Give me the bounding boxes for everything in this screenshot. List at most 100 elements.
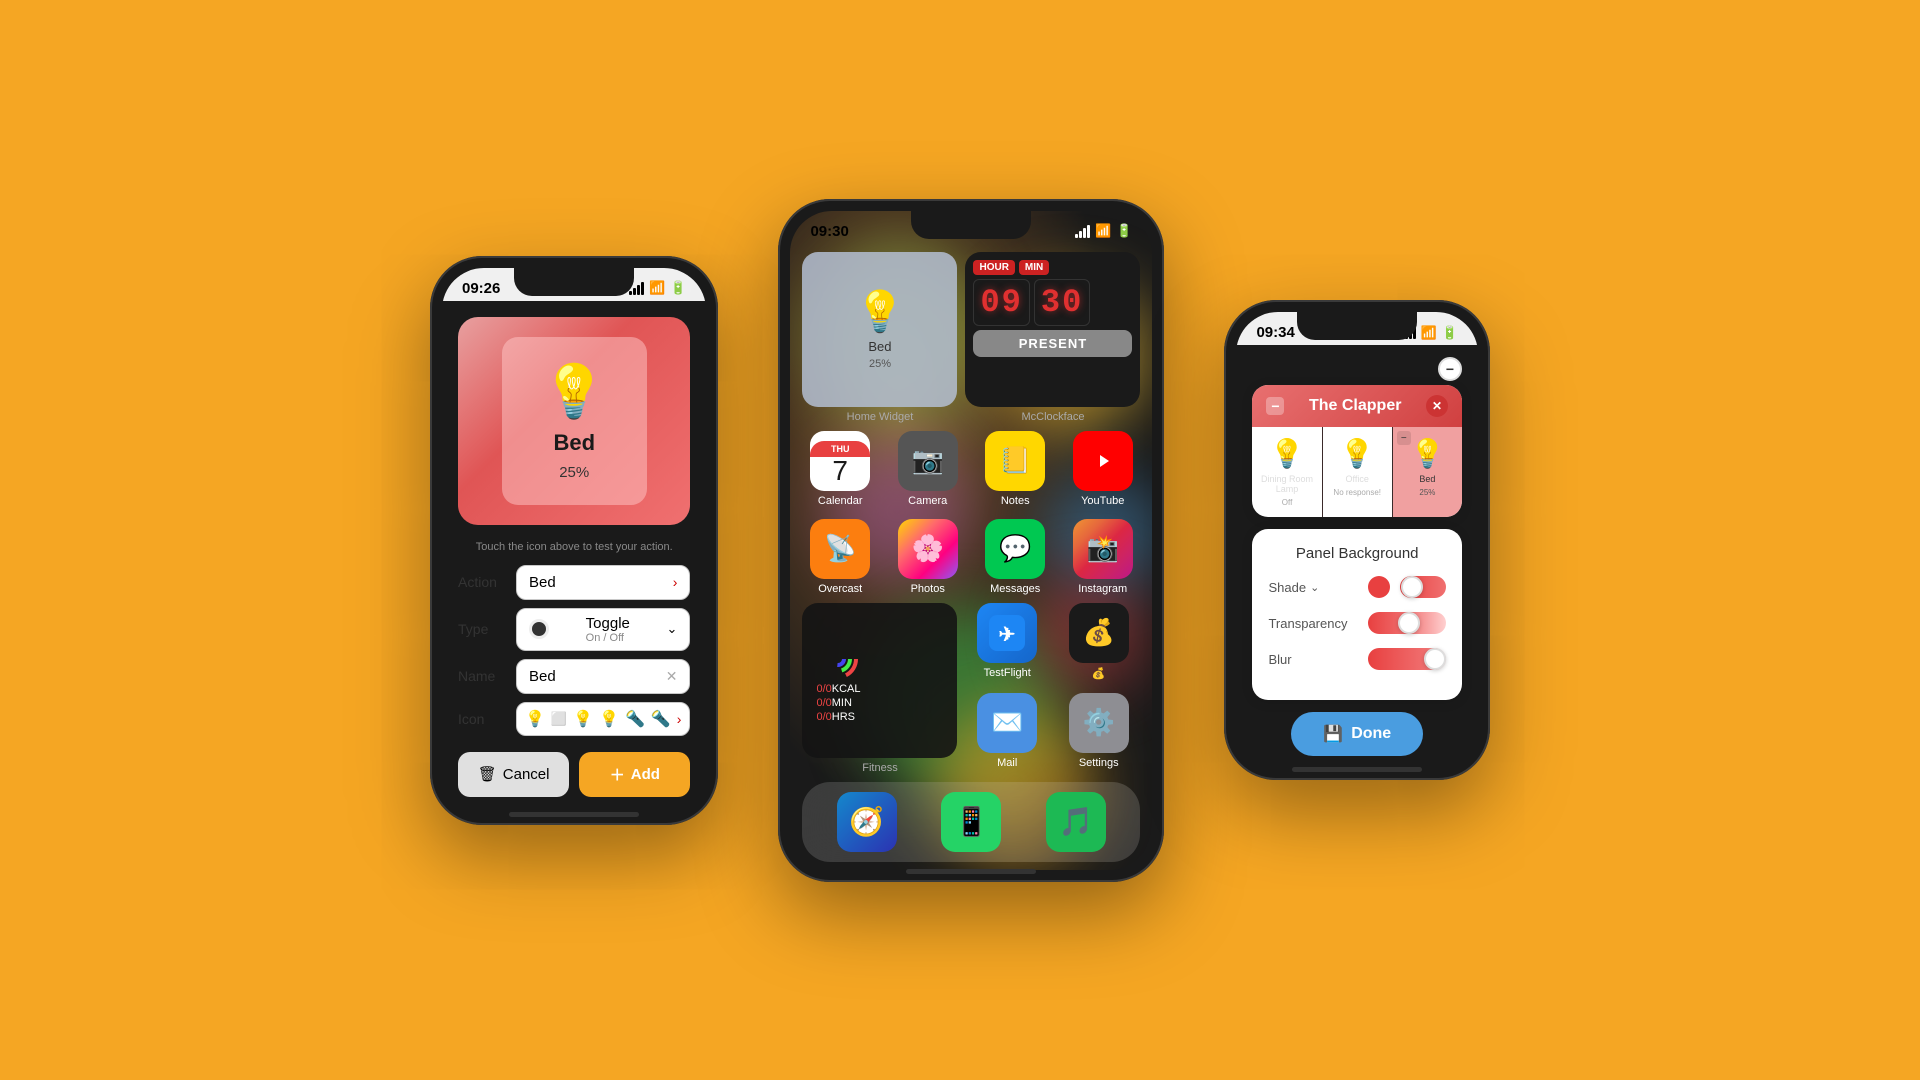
transparency-slider[interactable] <box>1368 612 1446 634</box>
photos-label: Photos <box>911 583 945 595</box>
phone-3: 09:34 📶 🔋 − − The Clap <box>1224 300 1490 780</box>
money-icon: 💰 <box>1069 603 1129 663</box>
camera-icon: 📷 <box>898 431 958 491</box>
bulb-icon-option[interactable]: 💡 <box>525 709 545 729</box>
home-widget[interactable]: 💡 Bed 25% <box>802 252 957 407</box>
icon-chevron-icon: › <box>677 711 682 727</box>
clock-widget-name: McClockface <box>1021 411 1084 423</box>
phone-2-time: 09:30 <box>810 223 848 240</box>
bed-minus-icon[interactable]: − <box>1397 431 1411 445</box>
notes-label: Notes <box>1001 495 1030 507</box>
pill-icon-option[interactable]: ⬜ <box>551 711 567 727</box>
hour-value: 09 <box>973 279 1029 326</box>
add-button[interactable]: ＋ Add <box>579 752 690 797</box>
office-minus-icon[interactable]: − <box>1327 431 1341 445</box>
overcast-label: Overcast <box>818 583 862 595</box>
light-office[interactable]: − 💡 Office No response! <box>1323 427 1393 517</box>
present-button[interactable]: PRESENT <box>973 330 1132 357</box>
app-settings[interactable]: ⚙️ Settings <box>1057 693 1141 774</box>
type-field[interactable]: Toggle On / Off ⌄ <box>516 608 690 651</box>
transparency-thumb[interactable] <box>1398 612 1420 634</box>
phone-3-screen: 09:34 📶 🔋 − − The Clap <box>1236 312 1478 768</box>
light4-icon-option[interactable]: 🔦 <box>625 709 645 729</box>
light-widget[interactable]: 💡 Bed 25% <box>458 317 690 525</box>
clock-widget[interactable]: HOUR MIN 09 30 PRESENT <box>965 252 1140 407</box>
clapper-title: The Clapper <box>1284 397 1426 415</box>
add-label: Add <box>631 766 660 783</box>
svg-text:✈: ✈ <box>999 624 1016 646</box>
fitness-rings-icon <box>816 637 860 681</box>
light-inner: 💡 Bed 25% <box>502 337 647 505</box>
header-minus-icon[interactable]: − <box>1266 397 1284 415</box>
app-messages[interactable]: 💬 Messages <box>977 519 1053 595</box>
min-label: MIN <box>1019 260 1049 275</box>
office-status: No response! <box>1333 488 1381 497</box>
fitness-widget[interactable]: 0/0KCAL 0/0MIN 0/0HRS <box>802 603 957 758</box>
home-widget-container: 💡 Bed 25% Home Widget <box>802 252 957 423</box>
dock-spotify[interactable]: 🎵 <box>1046 792 1106 852</box>
light3-icon-option[interactable]: 💡 <box>599 709 619 729</box>
app-instagram[interactable]: 📸 Instagram <box>1065 519 1141 595</box>
battery-icon-2: 🔋 <box>1116 223 1132 239</box>
app-youtube[interactable]: YouTube <box>1065 431 1141 507</box>
dock-safari[interactable]: 🧭 <box>837 792 897 852</box>
dining-name: Dining Room Lamp <box>1260 474 1313 494</box>
action-field[interactable]: Bed › <box>516 565 690 600</box>
shade-slider[interactable] <box>1400 576 1446 598</box>
transparency-label: Transparency <box>1268 616 1358 631</box>
fitness-container: 0/0KCAL 0/0MIN 0/0HRS Fitness <box>802 603 957 774</box>
clear-icon[interactable]: ✕ <box>666 668 678 685</box>
cal-date: 7 <box>832 457 848 485</box>
blur-slider[interactable] <box>1368 648 1446 670</box>
phone-2-screen: 09:30 📶 🔋 💡 Bed <box>790 211 1152 870</box>
dining-minus-icon[interactable]: − <box>1256 431 1270 445</box>
top-minus-button[interactable]: − <box>1438 357 1462 381</box>
phone-2-notch <box>911 211 1031 239</box>
name-row: Name Bed ✕ <box>458 659 690 694</box>
toggle-sub: On / Off <box>586 632 630 644</box>
overcast-icon: 📡 <box>810 519 870 579</box>
money-label: 💰 <box>1092 667 1106 680</box>
shade-thumb[interactable] <box>1401 576 1423 598</box>
light-bed[interactable]: − 💡 Bed 25% <box>1393 427 1462 517</box>
app-mail[interactable]: ✉️ Mail <box>965 693 1049 774</box>
done-label: Done <box>1351 725 1391 743</box>
light-dining[interactable]: − 💡 Dining Room Lamp Off <box>1252 427 1322 517</box>
bed-name: Bed <box>1419 474 1435 484</box>
mail-icon: ✉️ <box>977 693 1037 753</box>
app-money[interactable]: 💰 💰 <box>1057 603 1141 685</box>
shade-chevron-icon: ⌄ <box>1310 581 1319 594</box>
dock-whatsapp[interactable]: 📱 <box>941 792 1001 852</box>
fitness-line2: 0/0MIN <box>816 697 943 709</box>
app-calendar[interactable]: THU 7 Calendar <box>802 431 878 507</box>
light2-icon-option[interactable]: 💡 <box>573 709 593 729</box>
app-testflight[interactable]: ✈ TestFlight <box>965 603 1049 685</box>
light5-icon-option[interactable]: 🔦 <box>651 709 671 729</box>
app-notes[interactable]: 📒 Notes <box>977 431 1053 507</box>
home-bar-3 <box>1292 767 1422 772</box>
testflight-label: TestFlight <box>984 667 1031 679</box>
safari-icon: 🧭 <box>837 792 897 852</box>
name-field[interactable]: Bed ✕ <box>516 659 690 694</box>
shade-color-dot[interactable] <box>1368 576 1390 598</box>
shade-label: Shade ⌄ <box>1268 580 1358 595</box>
clapper-close-button[interactable]: ✕ <box>1426 395 1448 417</box>
done-button[interactable]: 💾 Done <box>1291 712 1423 756</box>
app-camera[interactable]: 📷 Camera <box>890 431 966 507</box>
cancel-button[interactable]: 🗑 Cancel <box>458 752 569 797</box>
icon-picker[interactable]: 💡 ⬜ 💡 💡 🔦 🔦 › <box>516 702 690 736</box>
wifi-icon-2: 📶 <box>1095 223 1111 239</box>
phone-3-time: 09:34 <box>1256 324 1294 341</box>
transparency-row: Transparency <box>1268 612 1446 634</box>
home-bulb-icon: 💡 <box>855 288 905 335</box>
youtube-label: YouTube <box>1081 495 1124 507</box>
blur-row: Blur <box>1268 648 1446 670</box>
app-overcast[interactable]: 📡 Overcast <box>802 519 878 595</box>
phone-1-time: 09:26 <box>462 280 500 297</box>
lights-container: − 💡 Dining Room Lamp Off − 💡 Office No r… <box>1252 427 1462 517</box>
blur-thumb[interactable] <box>1424 648 1446 670</box>
toggle-main: Toggle <box>586 615 630 632</box>
app-photos[interactable]: 🌸 Photos <box>890 519 966 595</box>
min-value: 30 <box>1034 279 1090 326</box>
phone-2-status-icons: 📶 🔋 <box>1075 223 1132 239</box>
